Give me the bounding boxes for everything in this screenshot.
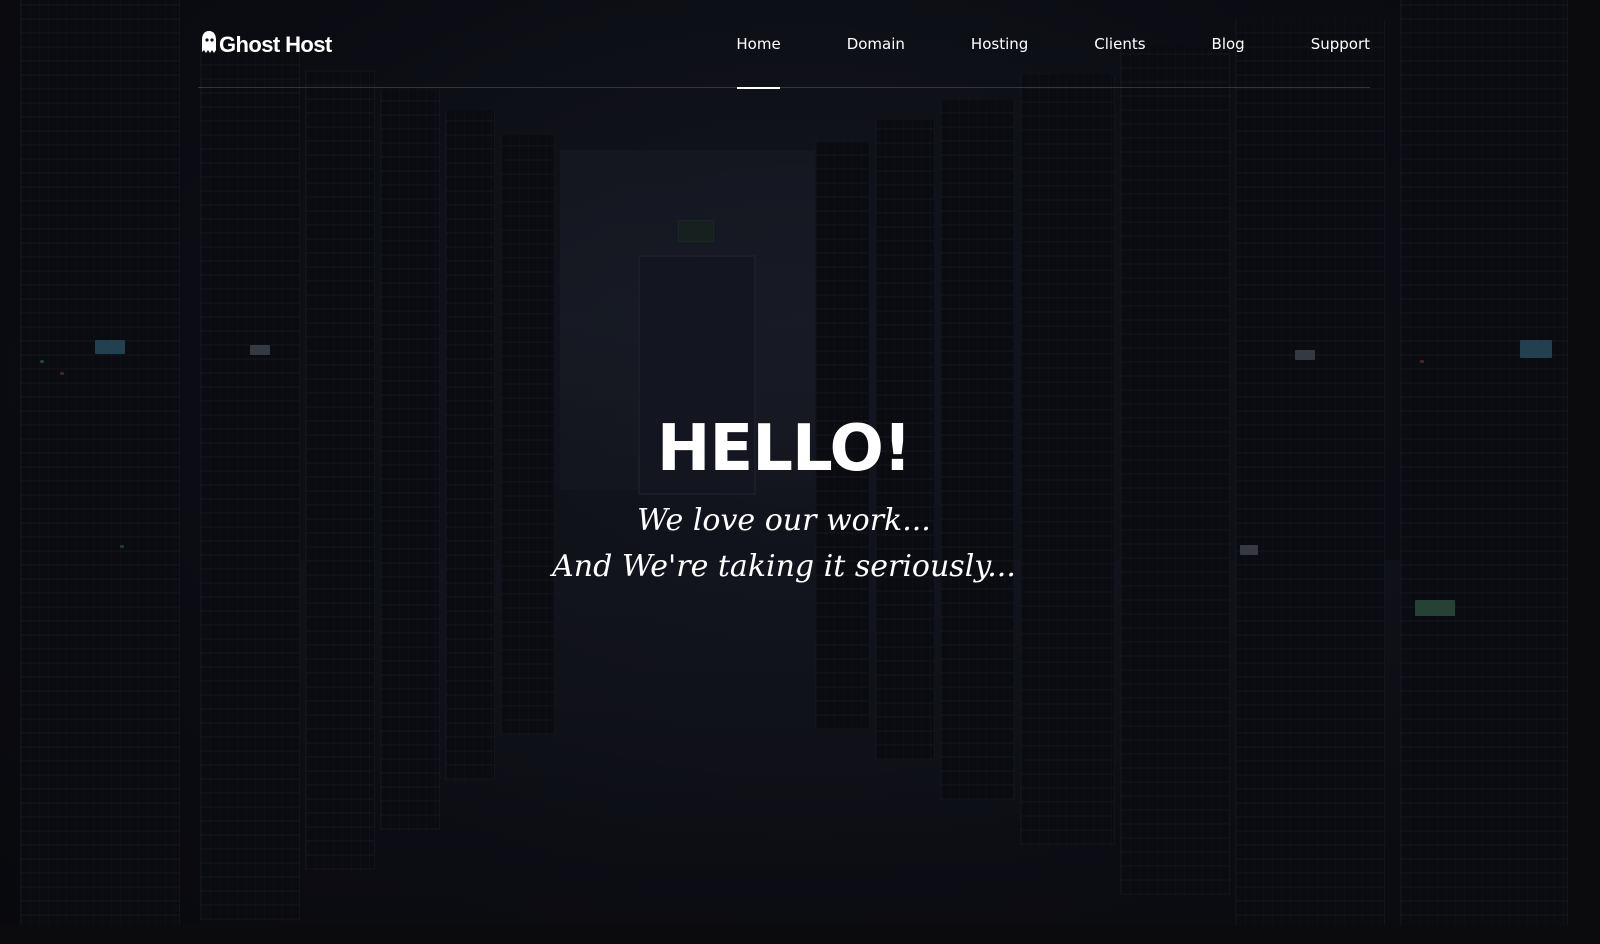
- nav-item-blog[interactable]: Blog: [1212, 0, 1245, 88]
- hero-tagline-line1: We love our work...: [637, 503, 931, 538]
- hero-section: Ghost Host Home Domain Hosting Clients B…: [0, 0, 1600, 944]
- hero-title: HELLO!: [656, 412, 912, 486]
- nav-item-hosting[interactable]: Hosting: [971, 0, 1028, 88]
- main-nav: Home Domain Hosting Clients Blog Support: [736, 0, 1370, 89]
- nav-item-clients[interactable]: Clients: [1094, 0, 1145, 88]
- ghost-icon: [200, 30, 218, 60]
- page-edge-right: [1568, 0, 1600, 944]
- brand-name: Ghost Host: [219, 32, 332, 57]
- nav-item-support[interactable]: Support: [1311, 0, 1370, 88]
- hero-tagline-line2: And We're taking it seriously...: [552, 549, 1016, 584]
- nav-item-domain[interactable]: Domain: [847, 0, 905, 88]
- site-header: Ghost Host Home Domain Hosting Clients B…: [198, 0, 1370, 89]
- brand-logo[interactable]: Ghost Host: [200, 30, 332, 60]
- nav-item-home[interactable]: Home: [736, 0, 781, 89]
- page-edge-bottom: [0, 925, 1600, 944]
